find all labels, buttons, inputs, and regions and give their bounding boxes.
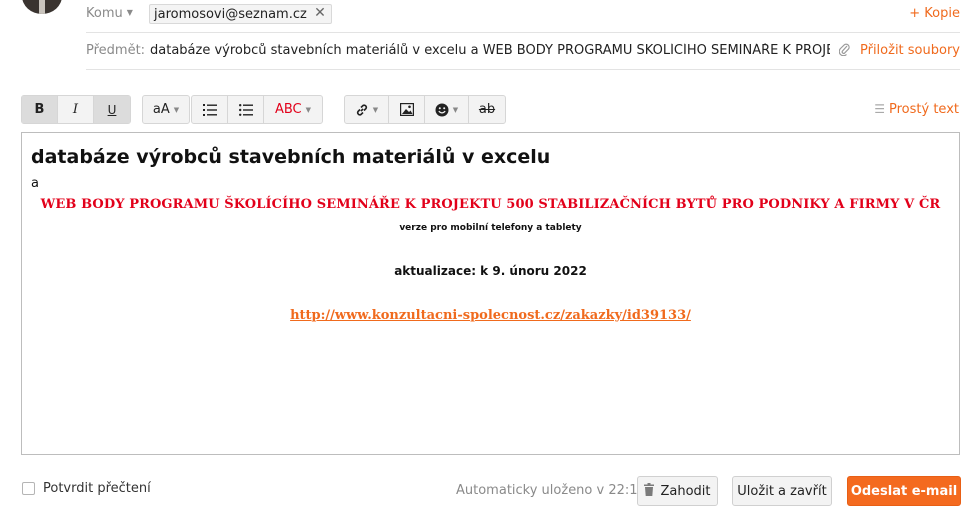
underline-button[interactable]: U [94,96,130,123]
emoji-button[interactable]: ▼ [425,96,469,123]
chevron-down-icon: ▼ [126,8,133,17]
image-icon [399,103,414,116]
bold-button[interactable]: B [22,96,58,123]
confirm-read-checkbox[interactable]: Potvrdit přečtení [22,481,151,496]
confirm-read-label: Potvrdit přečtení [43,481,151,496]
subject-label: Předmět: [86,43,146,58]
list-group: ABC ▼ [191,95,323,124]
trash-icon [644,482,655,500]
insert-image-button[interactable] [389,96,425,123]
chevron-down-icon: ▼ [452,105,459,114]
send-email-button[interactable]: Odeslat e-mail [847,476,961,506]
remove-recipient-icon[interactable]: ✕ [314,5,326,22]
recipient-address: jaromosovi@seznam.cz [154,7,307,22]
text-style-group: B I U [21,95,131,124]
avatar [22,0,62,14]
link-button[interactable]: ▼ [345,96,389,123]
attach-files-link[interactable]: Přiložit soubory [838,43,960,58]
checkbox[interactable] [22,482,35,495]
insert-group: ▼ ▼ ab [344,95,506,124]
bullet-list-button[interactable] [228,96,264,123]
message-editor[interactable]: databáze výrobců stavebních materiálů v … [21,132,960,455]
chevron-down-icon: ▼ [372,105,379,114]
save-and-close-button[interactable]: Uložit a zavřít [732,476,832,506]
lines-icon: ☰ [874,102,886,116]
link-icon [356,103,367,116]
editor-red-title: WEB BODY PROGRAMU ŠKOLÍCÍHO SEMINÁŘE K P… [40,197,941,212]
chevron-down-icon: ▼ [305,105,312,114]
editor-update: aktualizace: k 9. únoru 2022 [394,264,587,278]
divider [86,32,960,33]
font-size-button[interactable]: aA ▼ [143,96,189,123]
discard-button[interactable]: Zahodit [637,476,718,506]
editor-note: verze pro mobilní telefony a tablety [399,223,582,233]
autosave-status: Automaticky uloženo v 22:12 [456,483,646,498]
editor-heading: databáze výrobců stavebních materiálů v … [31,146,551,168]
add-cc-link[interactable]: + Kopie [909,6,960,21]
editor-line-a: a [31,176,39,191]
to-row: Komu ▼ jaromosovi@seznam.cz ✕ + Kopie [86,2,960,28]
chevron-down-icon: ▼ [173,105,180,114]
plain-text-link[interactable]: ☰ Prostý text [874,102,959,117]
numbered-list-icon [202,103,217,116]
subject-input[interactable]: databáze výrobců stavebních materiálů v … [150,43,830,58]
editor-link-line: http://www.konzultacni-spolecnost.cz/zak… [22,308,959,323]
paperclip-icon [838,43,854,58]
font-size-group: aA ▼ [142,95,190,124]
numbered-list-button[interactable] [192,96,228,123]
subject-row: Předmět: databáze výrobců stavebních mat… [86,37,960,70]
to-label[interactable]: Komu ▼ [86,6,133,21]
bullet-list-icon [238,103,253,116]
clear-format-button[interactable]: ab [469,96,505,123]
emoji-icon [435,103,449,116]
editor-link[interactable]: http://www.konzultacni-spolecnost.cz/zak… [290,308,691,323]
recipient-chip[interactable]: jaromosovi@seznam.cz ✕ [149,4,332,24]
spellcheck-button[interactable]: ABC ▼ [264,96,322,123]
italic-button[interactable]: I [58,96,94,123]
